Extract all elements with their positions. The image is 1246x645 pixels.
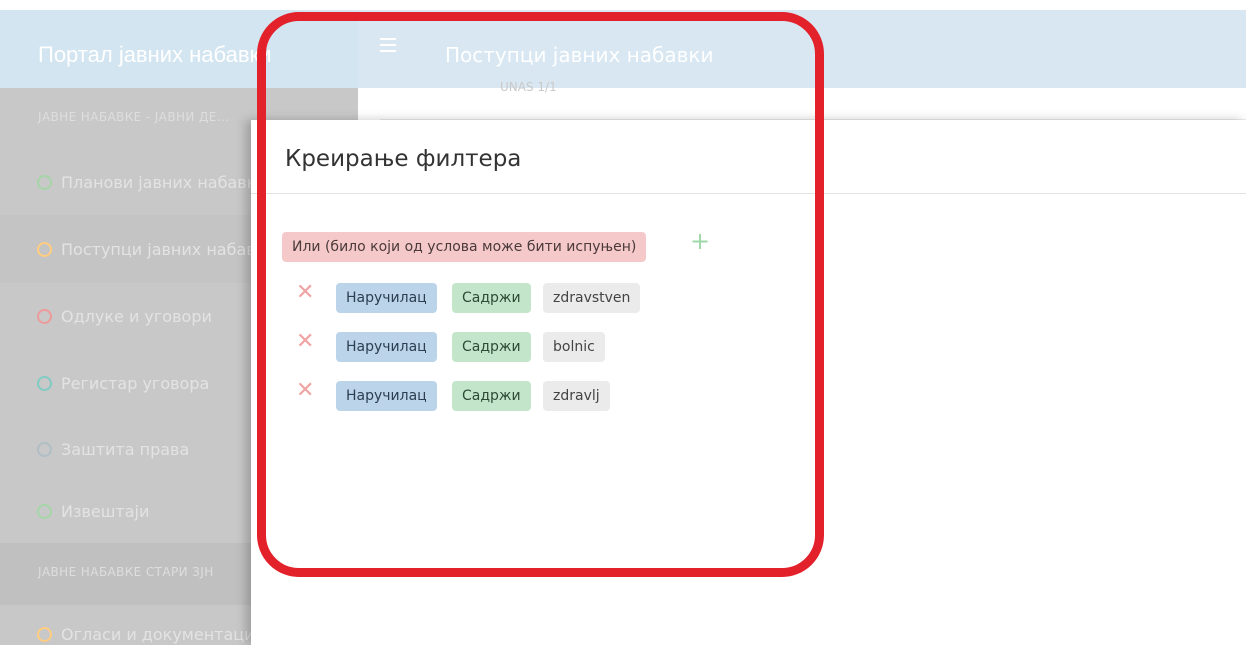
sidebar-section-title: ЈАВНЕ НАБАВКЕ - ЈАВНИ ДЕ... (38, 110, 230, 124)
condition-field-tag[interactable]: Наручилац (336, 381, 437, 411)
condition-operator-tag[interactable]: Садржи (452, 332, 531, 362)
circle-icon (37, 241, 52, 257)
remove-condition-icon[interactable]: ✕ (296, 380, 314, 402)
condition-operator-tag[interactable]: Садржи (452, 283, 531, 313)
top-bar: Поступци јавних набавки (358, 10, 1246, 88)
sidebar-item-label: Одлуке и уговори (61, 306, 212, 326)
condition-field-tag[interactable]: Наручилац (336, 283, 437, 313)
circle-icon (37, 503, 52, 519)
condition-operator-tag[interactable]: Садржи (452, 381, 531, 411)
circle-icon (37, 308, 52, 324)
condition-value-tag[interactable]: zdravstven (543, 283, 641, 313)
menu-toggle-icon[interactable] (380, 38, 396, 52)
condition-field-tag[interactable]: Наручилац (336, 332, 437, 362)
condition-value-tag[interactable]: bolnic (543, 332, 605, 362)
circle-icon (37, 441, 52, 457)
add-condition-icon[interactable]: + (690, 229, 710, 253)
circle-icon (37, 626, 52, 642)
modal-title: Креирање филтера (285, 146, 522, 172)
brand-bar: Портал јавних набавки (0, 10, 358, 88)
sidebar-item-label: Извештаји (61, 501, 150, 521)
filter-modal: Креирање филтера Или (било који од услов… (251, 120, 1246, 645)
sidebar-item-label: Поступци јавних набавки (61, 239, 276, 259)
or-group-tag[interactable]: Или (било који од услова може бити испуњ… (282, 232, 647, 262)
sidebar-item-label: Планови јавних набавки (61, 172, 267, 192)
sidebar-item-label: Заштита права (61, 439, 190, 459)
main-peek-text: UNAS 1/1 (500, 80, 557, 94)
page-title: Поступци јавних набавки (445, 43, 714, 67)
main-content-strip: UNAS 1/1 (380, 80, 1246, 120)
circle-icon (37, 375, 52, 391)
remove-condition-icon[interactable]: ✕ (296, 282, 314, 304)
sidebar-item-label: Огласи и документација (61, 624, 269, 644)
circle-icon (37, 174, 52, 190)
remove-condition-icon[interactable]: ✕ (296, 331, 314, 353)
sidebar-section-title: ЈАВНЕ НАБАВКЕ СТАРИ ЗЈН (38, 565, 214, 579)
app-header: Портал јавних набавки Поступци јавних на… (0, 0, 1246, 88)
condition-value-tag[interactable]: zdravlj (543, 381, 610, 411)
sidebar-item-label: Регистар уговора (61, 373, 210, 393)
modal-divider (251, 193, 1246, 194)
brand-title[interactable]: Портал јавних набавки (38, 42, 272, 68)
